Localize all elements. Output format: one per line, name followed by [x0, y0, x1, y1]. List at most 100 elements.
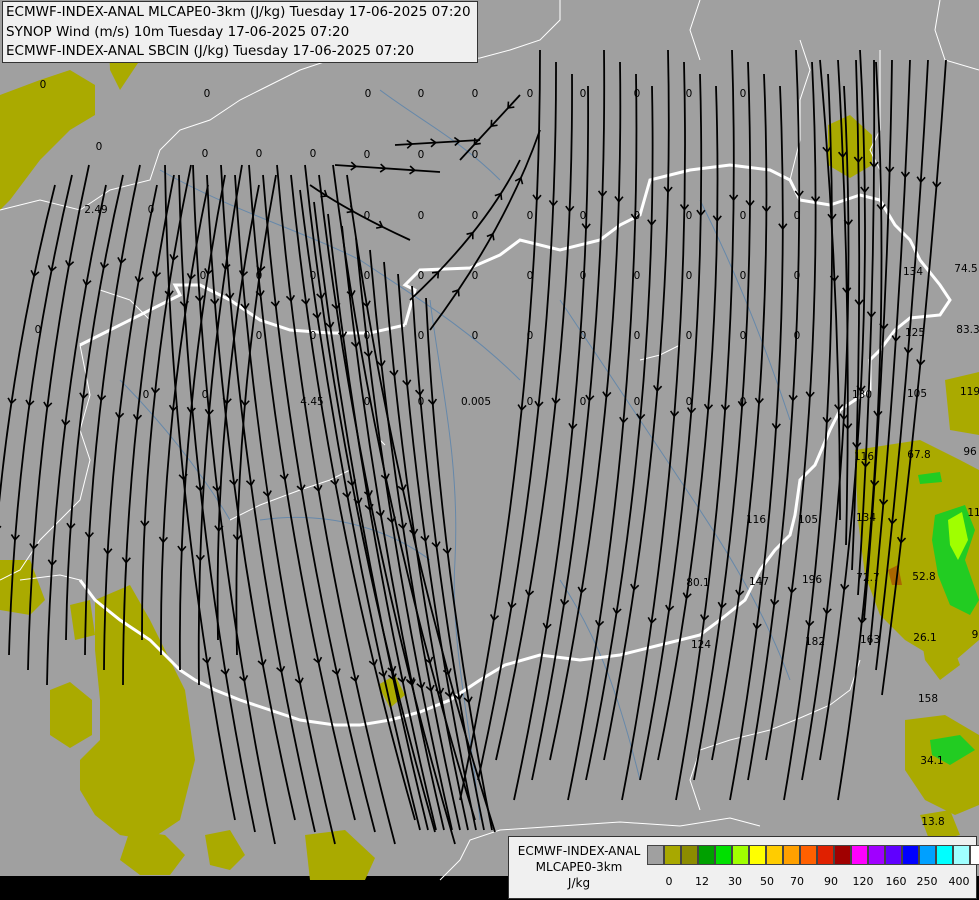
value-label: 26.1 — [913, 632, 936, 644]
value-label: 0 — [418, 88, 425, 100]
value-label: 119 — [960, 386, 979, 398]
value-label: 134 — [856, 512, 876, 524]
value-label: 52.8 — [912, 571, 935, 583]
value-label: 0 — [740, 88, 747, 100]
value-label: 0 — [418, 396, 425, 408]
legend-swatch — [919, 845, 936, 865]
legend-title-line-2: MLCAPE0-3km — [535, 860, 623, 874]
map-canvas: 0 0 0 0 0 0 0 0 0 0 0 0 0 0 0 0 0 0 0 0 0 0 0 0 0 0 0 0 0 0 0 0 0 0 0 0 0 0 0 0… — [0, 0, 979, 900]
value-label: 0 — [527, 330, 534, 342]
value-label: 0 — [364, 210, 371, 222]
value-label: 0 — [686, 210, 693, 222]
value-label: 0 — [686, 396, 693, 408]
value-label: 0 — [418, 330, 425, 342]
header-line-cape: ECMWF-INDEX-ANAL MLCAPE0-3km (J/kg) Tues… — [6, 4, 471, 20]
legend-tick: 90 — [824, 875, 838, 888]
value-label: 0 — [418, 270, 425, 282]
value-label: 0 — [364, 270, 371, 282]
value-label: 0 — [527, 210, 534, 222]
value-label: 0 — [472, 210, 479, 222]
value-label: 96 — [963, 446, 977, 458]
value-label: 34.1 — [920, 755, 943, 767]
value-label: 0 — [143, 389, 150, 401]
value-label: 0 — [580, 396, 587, 408]
legend-title-line-1: ECMWF-INDEX-ANAL — [517, 844, 641, 858]
legend-swatch — [970, 845, 979, 865]
value-label: 0 — [418, 149, 425, 161]
legend-tick: 120 — [852, 875, 874, 888]
value-label: 83.3 — [956, 324, 979, 336]
value-label: 0.005 — [461, 396, 491, 408]
legend-swatch — [868, 845, 885, 865]
legend-swatch — [817, 845, 834, 865]
value-label: 105 — [907, 388, 927, 400]
value-label: 0 — [472, 330, 479, 342]
legend-title: ECMWF-INDEX-ANAL MLCAPE0-3km J/kg — [513, 843, 645, 891]
value-label: 0 — [634, 330, 641, 342]
value-label: 116 — [746, 514, 766, 526]
value-label: 0 — [200, 270, 207, 282]
value-label: 0 — [256, 270, 263, 282]
value-label: 67.8 — [907, 449, 930, 461]
value-label: 0 — [794, 270, 801, 282]
value-label: 130 — [852, 389, 872, 401]
value-label: 0 — [740, 330, 747, 342]
value-label: 147 — [749, 576, 769, 588]
weather-map: 0 0 0 0 0 0 0 0 0 0 0 0 0 0 0 0 0 0 0 0 0 0 0 0 0 0 0 0 0 0 0 0 0 0 0 0 0 0 0 0… — [0, 0, 979, 900]
value-label: 158 — [918, 693, 938, 705]
value-label: 0 — [364, 330, 371, 342]
legend-swatch — [936, 845, 953, 865]
legend-tick: 50 — [760, 875, 774, 888]
value-label: 9 — [972, 629, 979, 641]
value-label: 196 — [802, 574, 822, 586]
value-label: 0 — [580, 270, 587, 282]
value-label: 0 — [527, 270, 534, 282]
legend-swatch — [953, 845, 970, 865]
value-label: 0 — [580, 330, 587, 342]
legend-swatch — [715, 845, 732, 865]
value-label: 0 — [148, 204, 155, 216]
color-legend: ECMWF-INDEX-ANAL MLCAPE0-3km J/kg 0 12 30 5… — [508, 836, 979, 899]
value-label: 105 — [798, 514, 818, 526]
value-label: 134 — [903, 266, 923, 278]
value-label: 125 — [905, 327, 925, 339]
value-label: 0 — [634, 270, 641, 282]
legend-swatch — [766, 845, 783, 865]
value-label: 0 — [740, 270, 747, 282]
value-label: 0 — [794, 210, 801, 222]
value-label: 0 — [365, 88, 372, 100]
value-label: 0 — [472, 270, 479, 282]
value-label: 182 — [805, 636, 825, 648]
value-label: 0 — [96, 141, 103, 153]
value-label: 0 — [202, 148, 209, 160]
map-header: ECMWF-INDEX-ANAL MLCAPE0-3km (J/kg) Tues… — [2, 1, 478, 63]
legend-swatch — [834, 845, 851, 865]
legend-tick: 30 — [728, 875, 742, 888]
value-label: 0 — [310, 330, 317, 342]
value-label: 0 — [634, 210, 641, 222]
value-label: 80.1 — [686, 577, 709, 589]
value-label: 0 — [310, 148, 317, 160]
value-label: 11 — [967, 507, 979, 519]
legend-swatch — [664, 845, 681, 865]
value-label: 0 — [256, 330, 263, 342]
value-label: 0 — [364, 396, 371, 408]
legend-unit: J/kg — [567, 876, 591, 890]
value-label: 0 — [580, 210, 587, 222]
value-label: 74.5 — [954, 263, 977, 275]
value-label: 0 — [740, 210, 747, 222]
value-label: 0 — [472, 149, 479, 161]
legend-tick: 0 — [665, 875, 673, 888]
legend-swatch — [783, 845, 800, 865]
legend-swatch — [885, 845, 902, 865]
value-label: 0 — [310, 270, 317, 282]
legend-tick: 250 — [916, 875, 938, 888]
value-label: 0 — [686, 330, 693, 342]
value-label: 13.8 — [921, 816, 944, 828]
legend-tick-labels: 0 12 30 50 70 90 120 160 250 400 — [647, 875, 977, 891]
value-label: 0 — [364, 149, 371, 161]
legend-color-scale — [647, 845, 979, 867]
value-label: 0 — [35, 324, 42, 336]
value-label: 0 — [740, 396, 747, 408]
value-label: 0 — [527, 88, 534, 100]
